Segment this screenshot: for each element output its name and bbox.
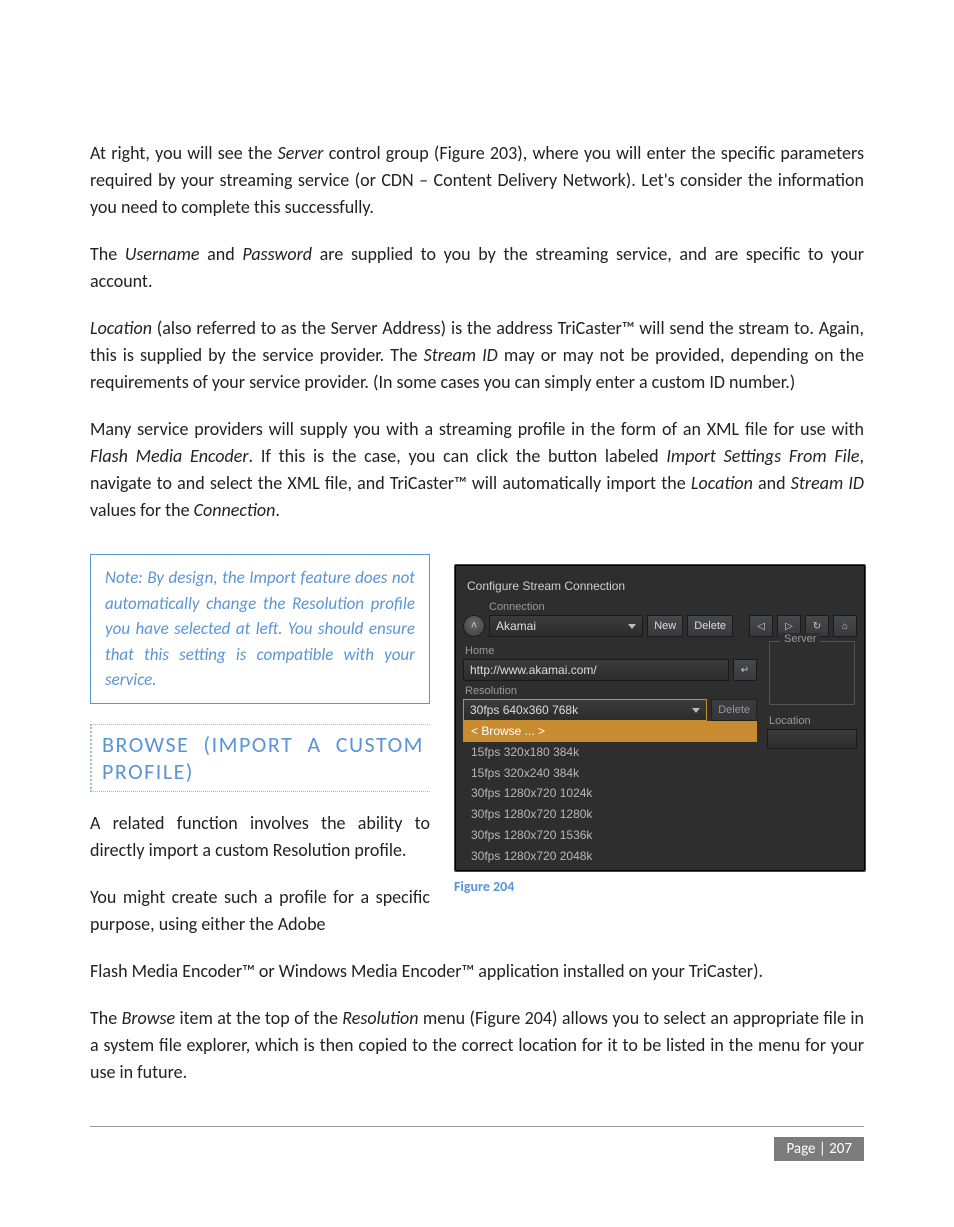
- paragraph-7: The Browse item at the top of the Resolu…: [90, 1005, 864, 1086]
- figure-204-screenshot: Configure Stream Connection Connection ˄…: [454, 564, 866, 872]
- document-page: At right, you will see the Server contro…: [0, 0, 954, 1227]
- menu-item[interactable]: 30fps 1280x720 1024k: [463, 783, 757, 804]
- paragraph-6b: Flash Media Encoder™ or Windows Media En…: [90, 958, 864, 985]
- term-stream-id: Stream ID: [424, 344, 498, 366]
- paragraph-4: Many service providers will supply you w…: [90, 416, 864, 524]
- delete-resolution-button[interactable]: Delete: [711, 699, 757, 721]
- text: The: [90, 243, 125, 265]
- heading-browse: BROWSE (IMPORT A CUSTOM PROFILE): [90, 724, 430, 792]
- text: and: [753, 472, 791, 494]
- term-resolution: Resolution: [273, 839, 351, 861]
- menu-item[interactable]: 30fps 1280x720 1280k: [463, 804, 757, 825]
- term-location: Location: [691, 472, 753, 494]
- term-resolution: Resolution: [342, 1007, 418, 1029]
- text: profile.: [350, 839, 406, 861]
- term-fme: Flash Media Encoder: [90, 445, 249, 467]
- resolution-value: 30fps 640x360 768k: [470, 700, 578, 720]
- paragraph-3: Location (also referred to as the Server…: [90, 315, 864, 396]
- text: values for the: [90, 499, 194, 521]
- home-label: Home: [463, 641, 757, 659]
- term-connection: Connection: [194, 499, 276, 521]
- term-server: Server: [278, 142, 324, 164]
- term-password: Password: [242, 243, 312, 265]
- back-icon[interactable]: ◁: [749, 615, 773, 637]
- location-field[interactable]: [767, 729, 857, 749]
- home-icon[interactable]: ⌂: [833, 615, 857, 637]
- window-title: Configure Stream Connection: [463, 573, 857, 595]
- term-username: Username: [125, 243, 200, 265]
- text: The: [90, 1007, 122, 1029]
- paragraph-2: The Username and Password are supplied t…: [90, 241, 864, 295]
- connection-label: Connection: [463, 597, 857, 615]
- page-number: Page | 207: [774, 1137, 864, 1161]
- paragraph-5: A related function involves the ability …: [90, 810, 430, 864]
- text: and: [200, 243, 243, 265]
- text: . If this is the case, you can click the…: [249, 445, 667, 467]
- term-browse: Browse: [122, 1007, 176, 1029]
- footer-divider: [90, 1126, 864, 1127]
- text: item at the top of the: [175, 1007, 342, 1029]
- resolution-select[interactable]: 30fps 640x360 768k: [463, 699, 707, 721]
- chevron-down-icon: [692, 708, 700, 713]
- text: Many service providers will supply you w…: [90, 418, 864, 440]
- menu-item-browse[interactable]: < Browse ... >: [463, 721, 757, 742]
- term-import-settings: Import Settings From File: [666, 445, 859, 467]
- menu-item[interactable]: 15fps 320x180 384k: [463, 742, 757, 763]
- home-url-field[interactable]: http://www.akamai.com/: [463, 659, 729, 681]
- menu-item[interactable]: 15fps 320x240 384k: [463, 763, 757, 784]
- note-box: Note: By design, the Import feature does…: [90, 554, 430, 704]
- home-url-value: http://www.akamai.com/: [470, 660, 597, 680]
- collapse-icon[interactable]: ˄: [463, 615, 485, 637]
- new-button[interactable]: New: [647, 615, 683, 637]
- paragraph-1: At right, you will see the Server contro…: [90, 140, 864, 221]
- go-icon[interactable]: [733, 659, 757, 681]
- resolution-menu: < Browse ... > 15fps 320x180 384k 15fps …: [463, 721, 757, 867]
- paragraph-6a: You might create such a profile for a sp…: [90, 884, 430, 938]
- menu-item[interactable]: 30fps 1280x720 2048k: [463, 846, 757, 867]
- text: .: [275, 499, 280, 521]
- delete-connection-button[interactable]: Delete: [687, 615, 733, 637]
- server-group-label: Server: [780, 633, 820, 645]
- location-label: Location: [767, 711, 857, 729]
- connection-select[interactable]: Akamai: [489, 615, 643, 637]
- menu-item[interactable]: 30fps 1280x720 1536k: [463, 825, 757, 846]
- text: At right, you will see the: [90, 142, 278, 164]
- resolution-label: Resolution: [463, 681, 757, 699]
- figure-caption: Figure 204: [454, 878, 864, 895]
- term-stream-id: Stream ID: [791, 472, 864, 494]
- chevron-down-icon: [628, 624, 636, 629]
- connection-value: Akamai: [496, 616, 536, 636]
- term-location: Location: [90, 317, 152, 339]
